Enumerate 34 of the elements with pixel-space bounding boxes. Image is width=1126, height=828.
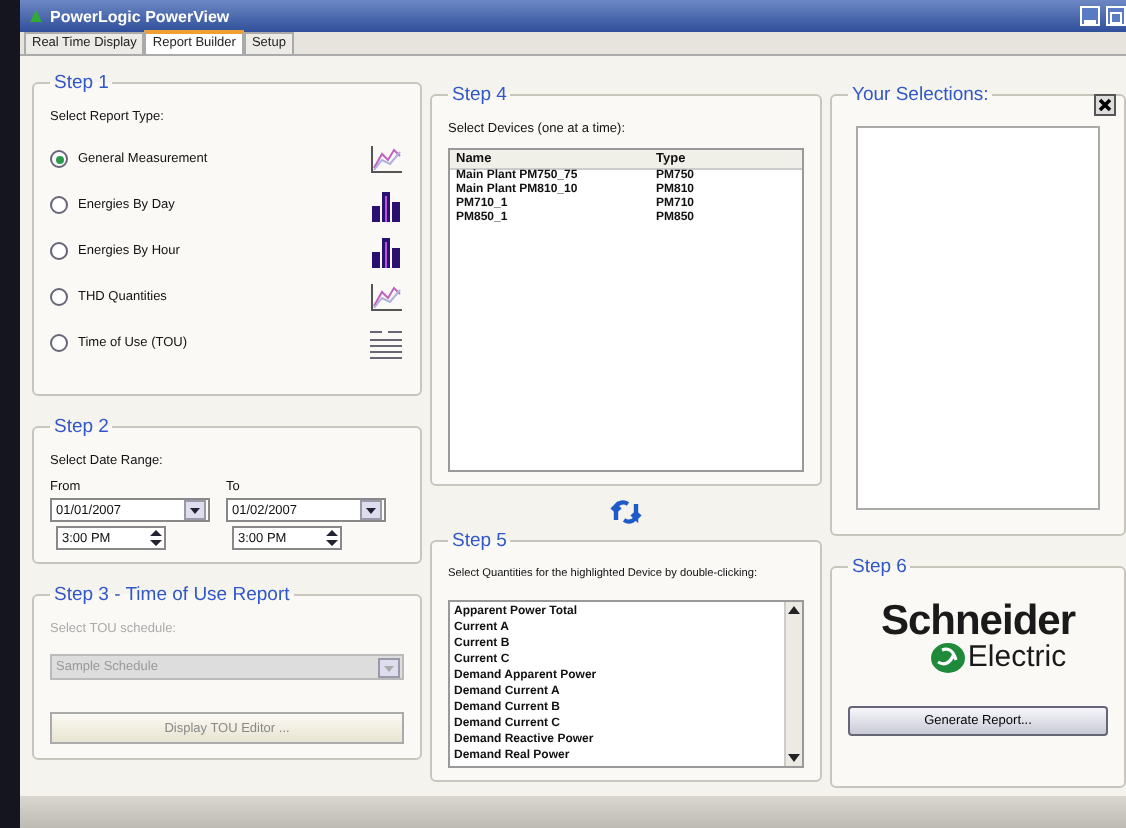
panel-title: Step 5 [450,530,509,552]
minimize-icon [1084,18,1096,24]
spinner-arrows-icon [326,530,338,546]
table-icon [368,327,404,359]
maximize-icon [1110,12,1122,24]
radio-button[interactable] [50,334,68,352]
panel-title: Step 4 [450,84,509,106]
scrollbar[interactable] [784,602,802,766]
refresh-icon[interactable] [610,498,642,526]
radio-button[interactable] [50,150,68,168]
logo-icon [929,641,966,673]
logo-text: Schneider [880,598,1076,644]
app-icon [28,8,44,24]
close-button[interactable] [1094,94,1116,116]
scroll-up-icon[interactable] [786,602,802,618]
line-chart-icon [368,143,404,175]
panel-title: Step 6 [850,556,909,578]
radio-button[interactable] [50,242,68,260]
radio-button[interactable] [50,196,68,214]
spinner-arrows-icon [150,530,162,546]
radio-button[interactable] [50,288,68,306]
logo-text: Electric [967,640,1067,674]
panel-title: Step 2 [52,416,111,438]
panel-title: Step 1 [52,72,111,94]
window-title: PowerLogic PowerView [50,7,232,25]
bar-chart-icon [368,189,404,221]
minimize-button[interactable] [1080,6,1100,26]
panel-title: Step 3 - Time of Use Report [52,584,292,606]
line-chart-icon [368,281,404,313]
bar-chart-icon [368,235,404,267]
panel-title: Your Selections: [850,84,991,106]
close-icon [1098,98,1112,112]
scroll-down-icon[interactable] [786,750,802,766]
maximize-button[interactable] [1106,6,1126,26]
